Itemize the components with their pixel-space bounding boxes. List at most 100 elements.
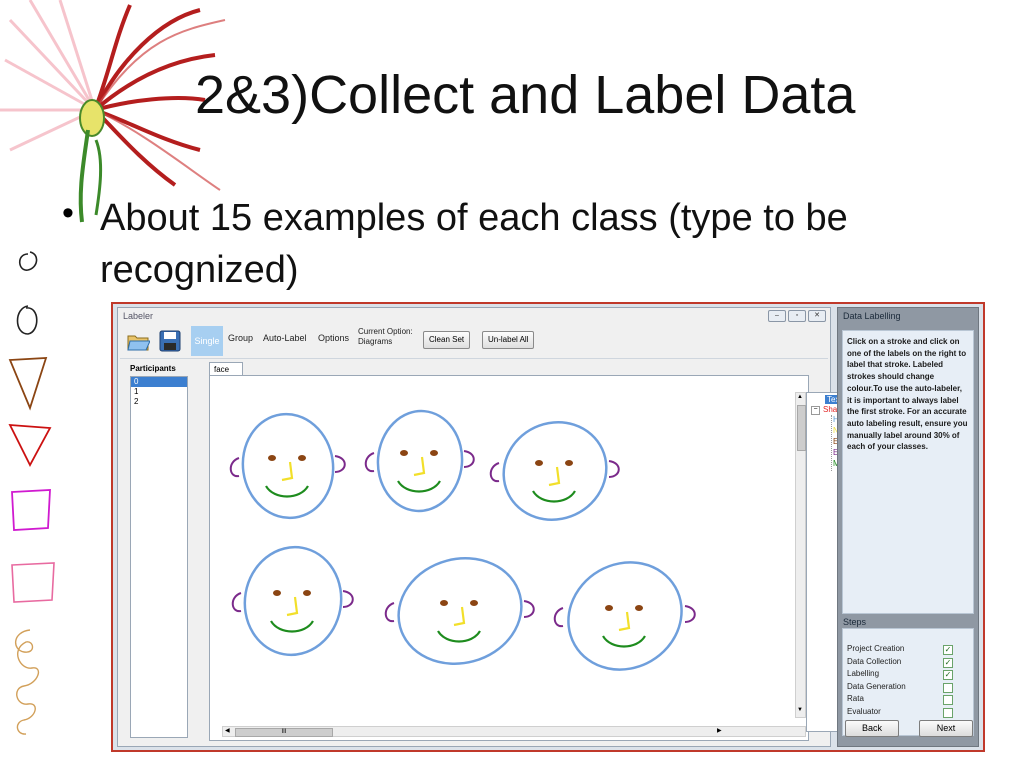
- step-checkbox[interactable]: ✓: [943, 670, 953, 680]
- nose-stroke[interactable]: [286, 596, 299, 617]
- save-icon[interactable]: [158, 329, 182, 353]
- eye-stroke[interactable]: [430, 450, 438, 456]
- eye-stroke[interactable]: [273, 590, 281, 596]
- scroll-up-icon[interactable]: ▲: [797, 394, 803, 400]
- eye-stroke[interactable]: [535, 460, 543, 466]
- eye-stroke[interactable]: [298, 455, 306, 461]
- horizontal-scrollbar[interactable]: ◀ III ▶: [222, 726, 806, 737]
- participant-item[interactable]: 0: [131, 377, 187, 387]
- eye-stroke[interactable]: [565, 460, 573, 466]
- current-option-label: Current Option:: [358, 327, 413, 336]
- square-sketch: [11, 489, 51, 531]
- step-checkbox[interactable]: ✓: [943, 657, 953, 668]
- head-stroke[interactable]: [387, 545, 534, 678]
- drawing-canvas[interactable]: ▲ ▼ Text − Shape HeadNoseEyesEarsMouth ◀…: [209, 375, 910, 741]
- sketch-examples: [8, 251, 55, 735]
- tab-face[interactable]: face: [209, 362, 243, 376]
- nose-stroke[interactable]: [453, 606, 466, 627]
- current-option-value: Diagrams: [358, 337, 393, 346]
- mouth-stroke[interactable]: [602, 635, 646, 648]
- slide-title: 2&3)Collect and Label Data: [195, 65, 856, 125]
- instructions-box: Click on a stroke and click on one of th…: [842, 330, 974, 614]
- ear-stroke[interactable]: [523, 600, 535, 618]
- options-button[interactable]: Options: [318, 333, 349, 343]
- vertical-scroll-thumb[interactable]: [797, 405, 806, 451]
- ear-stroke[interactable]: [553, 607, 564, 628]
- single-button[interactable]: Single: [191, 326, 223, 356]
- step-checkbox[interactable]: [943, 682, 953, 693]
- head-stroke[interactable]: [236, 539, 349, 662]
- minimize-button[interactable]: –: [768, 310, 786, 322]
- steps-box: Project Creation ✓ Data Collection ✓ Labelli…: [842, 628, 974, 737]
- scroll-down-icon[interactable]: ▼: [797, 707, 803, 713]
- face-sketches[interactable]: [210, 376, 794, 726]
- window-title: Labeler: [123, 311, 154, 321]
- head-stroke[interactable]: [374, 408, 466, 515]
- participant-item[interactable]: 2: [131, 397, 187, 407]
- horizontal-scroll-thumb[interactable]: III: [235, 728, 333, 737]
- labeler-window: Labeler – ▫ ✕ Single Group Auto-Label Op…: [117, 307, 910, 747]
- ear-stroke[interactable]: [684, 605, 696, 623]
- circle-sketch: [18, 251, 38, 271]
- eye-stroke[interactable]: [635, 605, 643, 611]
- scroll-right-icon[interactable]: ▶: [717, 727, 722, 734]
- ear-stroke[interactable]: [229, 457, 240, 478]
- auto-label-button[interactable]: Auto-Label: [263, 333, 307, 343]
- vertical-scrollbar[interactable]: ▲ ▼: [795, 392, 806, 718]
- clean-set-button[interactable]: Clean Set: [423, 331, 471, 349]
- step-checkbox[interactable]: [943, 707, 953, 718]
- bullet-text: About 15 examples of each class (type to…: [100, 197, 848, 291]
- nose-stroke[interactable]: [548, 466, 561, 487]
- next-button[interactable]: Next: [919, 720, 973, 737]
- nose-stroke[interactable]: [618, 611, 631, 632]
- eye-stroke[interactable]: [268, 455, 276, 461]
- toolbar: Single Group Auto-Label Options Current …: [120, 324, 828, 359]
- eye-stroke[interactable]: [400, 450, 408, 456]
- instructions-text: Click on a stroke and click on one of th…: [847, 337, 968, 452]
- mouth-stroke[interactable]: [532, 490, 576, 503]
- mouth-stroke[interactable]: [270, 620, 314, 633]
- step-checkbox[interactable]: ✓: [943, 645, 953, 655]
- ear-stroke[interactable]: [463, 450, 475, 468]
- eye-stroke[interactable]: [303, 590, 311, 596]
- mouth-stroke[interactable]: [265, 485, 309, 498]
- step-checkbox[interactable]: [943, 695, 953, 705]
- step-label: Data Generation: [847, 681, 906, 691]
- unlabel-all-button[interactable]: Un-label All: [482, 331, 535, 349]
- eye-stroke[interactable]: [605, 605, 613, 611]
- scroll-left-icon[interactable]: ◀: [225, 727, 230, 734]
- restore-button[interactable]: ▫: [788, 310, 806, 322]
- ear-stroke[interactable]: [608, 460, 620, 478]
- eye-stroke[interactable]: [440, 600, 448, 606]
- open-folder-icon[interactable]: [126, 329, 150, 353]
- eye-stroke[interactable]: [470, 600, 478, 606]
- participant-item[interactable]: 1: [131, 387, 187, 397]
- group-button[interactable]: Group: [228, 333, 253, 343]
- collapse-icon[interactable]: −: [811, 406, 820, 415]
- ear-stroke[interactable]: [334, 455, 346, 473]
- participants-list[interactable]: 0 1 2: [130, 376, 188, 738]
- step-label: Project Creation: [847, 644, 905, 653]
- triangle-sketch: [8, 423, 52, 467]
- nose-stroke[interactable]: [413, 456, 426, 477]
- ear-stroke[interactable]: [342, 590, 354, 608]
- spiral-sketch: [15, 629, 40, 735]
- back-button[interactable]: Back: [845, 720, 899, 737]
- data-labelling-header: Data Labelling: [843, 311, 901, 321]
- ear-stroke[interactable]: [384, 602, 395, 623]
- steps-header: Steps: [843, 617, 867, 627]
- head-stroke[interactable]: [549, 542, 701, 690]
- data-labelling-panel: Data Labelling Click on a stroke and cli…: [837, 307, 979, 747]
- step-label: Data Collection: [847, 656, 902, 666]
- step-label: Rata: [847, 694, 864, 703]
- circle-sketch: [16, 305, 38, 335]
- nose-stroke[interactable]: [281, 461, 294, 482]
- head-stroke[interactable]: [488, 406, 623, 537]
- ear-stroke[interactable]: [364, 452, 375, 473]
- close-button[interactable]: ✕: [808, 310, 826, 322]
- head-stroke[interactable]: [236, 408, 340, 524]
- ear-stroke[interactable]: [489, 462, 500, 483]
- mouth-stroke[interactable]: [397, 480, 441, 493]
- mouth-stroke[interactable]: [437, 630, 481, 643]
- ear-stroke[interactable]: [231, 592, 242, 613]
